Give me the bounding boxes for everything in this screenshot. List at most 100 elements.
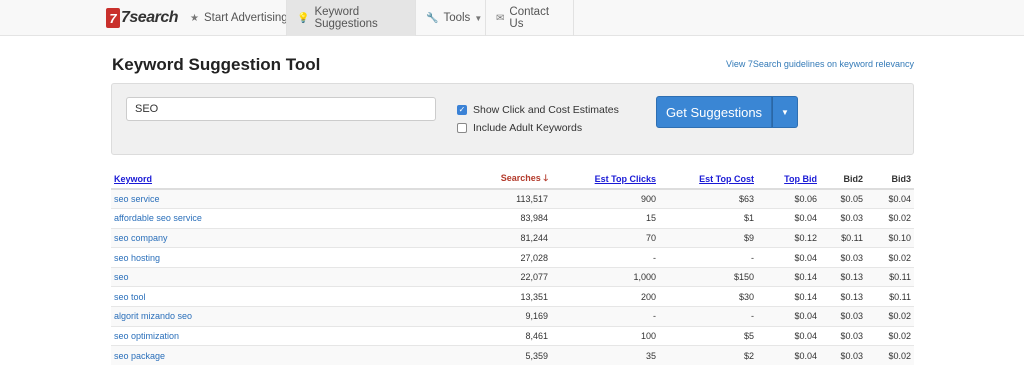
- table-row: affordable seo service 83,984 15 $1 $0.04 $0.…: [111, 208, 914, 229]
- cell-keyword: seo company: [111, 227, 411, 248]
- show-estimates-label: Show Click and Cost Estimates: [473, 104, 619, 116]
- cell-bid3: $0.02: [866, 325, 914, 346]
- nav-label: Contact Us: [509, 6, 550, 30]
- sort-cost-link[interactable]: Est Top Cost: [699, 174, 754, 184]
- cell-top-bid: $0.04: [757, 208, 820, 229]
- top-navbar: 7 7search ★ Start Advertising 💡 Keyword …: [0, 0, 1024, 36]
- guidelines-link[interactable]: View 7Search guidelines on keyword relev…: [726, 59, 914, 69]
- keyword-search-input[interactable]: [126, 97, 436, 121]
- cell-clicks: -: [551, 247, 659, 268]
- get-suggestions-button[interactable]: Get Suggestions: [656, 96, 772, 128]
- cell-clicks: 1,000: [551, 266, 659, 287]
- keyword-link[interactable]: seo hosting: [114, 253, 160, 263]
- cell-top-bid: $0.06: [757, 188, 820, 209]
- sort-top-bid-link[interactable]: Top Bid: [784, 174, 817, 184]
- table-row: seo service 113,517 900 $63 $0.06 $0.05 $0.04: [111, 188, 914, 209]
- keyword-link[interactable]: seo tool: [114, 292, 146, 302]
- suggestions-options-dropdown[interactable]: ▼: [772, 96, 798, 128]
- col-est-top-clicks[interactable]: Est Top Clicks: [551, 170, 659, 190]
- cell-bid3: $0.11: [866, 286, 914, 307]
- nav-label: Tools: [443, 12, 471, 24]
- keyword-link[interactable]: seo package: [114, 351, 165, 361]
- cell-clicks: -: [551, 306, 659, 327]
- envelope-icon: ✉: [496, 12, 505, 24]
- show-estimates-checkbox[interactable]: ✓: [457, 105, 467, 115]
- table-row: seo optimization 8,461 100 $5 $0.04 $0.03 $0.0…: [111, 325, 914, 346]
- star-icon: ★: [190, 12, 199, 24]
- cell-bid3: $0.02: [866, 345, 914, 366]
- show-estimates-option[interactable]: ✓ Show Click and Cost Estimates: [457, 104, 619, 116]
- nav-start-advertising[interactable]: ★ Start Advertising: [180, 0, 298, 36]
- table-row: seo tool 13,351 200 $30 $0.14 $0.13 $0.11: [111, 286, 914, 307]
- cell-cost: $30: [659, 286, 757, 307]
- cell-bid3: $0.04: [866, 188, 914, 209]
- table-row: seo hosting 27,028- - $0.04 $0.03 $0.02: [111, 247, 914, 268]
- col-keyword[interactable]: Keyword: [111, 170, 411, 190]
- cell-bid2: $0.03: [820, 306, 866, 327]
- cell-searches: 22,077: [411, 266, 551, 287]
- brand-logo[interactable]: 7 7search: [106, 6, 179, 30]
- cell-top-bid: $0.14: [757, 266, 820, 287]
- col-bid2: Bid2: [820, 170, 866, 190]
- adult-keywords-option[interactable]: Include Adult Keywords: [457, 122, 582, 134]
- cell-keyword: algorit mizando seo: [111, 306, 411, 327]
- cell-bid2: $0.05: [820, 188, 866, 209]
- cell-bid2: $0.03: [820, 247, 866, 268]
- cell-searches: 113,517: [411, 188, 551, 209]
- lightbulb-icon: 💡: [297, 12, 310, 24]
- col-est-top-cost[interactable]: Est Top Cost: [659, 170, 757, 190]
- table-row: seo package 5,359 35 $2 $0.04 $0.03 $0.02: [111, 345, 914, 366]
- cell-keyword: affordable seo service: [111, 208, 411, 229]
- cell-bid2: $0.03: [820, 325, 866, 346]
- keyword-link[interactable]: seo service: [114, 194, 160, 204]
- cell-keyword: seo: [111, 266, 411, 287]
- logo-mark: 7: [106, 8, 120, 28]
- cell-bid2: $0.03: [820, 208, 866, 229]
- cell-clicks: 200: [551, 286, 659, 307]
- wrench-icon: 🔧: [426, 12, 439, 24]
- nav-tools-dropdown[interactable]: 🔧 Tools ▼: [416, 0, 484, 36]
- cell-searches: 9,169: [411, 306, 551, 327]
- cell-bid3: $0.02: [866, 208, 914, 229]
- cell-cost: $150: [659, 266, 757, 287]
- cell-bid2: $0.13: [820, 286, 866, 307]
- cell-cost: -: [659, 247, 757, 268]
- cell-searches: 27,028: [411, 247, 551, 268]
- cell-searches: 13,351: [411, 286, 551, 307]
- table-row: algorit mizando seo 9,169- - $0.04 $0.03 $0.0…: [111, 306, 914, 327]
- sort-clicks-link[interactable]: Est Top Clicks: [595, 174, 656, 184]
- cell-bid3: $0.10: [866, 227, 914, 248]
- cell-bid3: $0.11: [866, 266, 914, 287]
- cell-keyword: seo tool: [111, 286, 411, 307]
- cell-clicks: 100: [551, 325, 659, 346]
- cell-bid3: $0.02: [866, 306, 914, 327]
- keyword-link[interactable]: algorit mizando seo: [114, 311, 192, 321]
- table-header-row: Keyword Searches 🡓 Est Top Clicks Est To…: [111, 170, 914, 190]
- nav-contact-us[interactable]: ✉ Contact Us: [486, 0, 573, 36]
- cell-top-bid: $0.12: [757, 227, 820, 248]
- cell-bid2: $0.11: [820, 227, 866, 248]
- adult-keywords-checkbox[interactable]: [457, 123, 467, 133]
- keyword-link[interactable]: seo optimization: [114, 331, 179, 341]
- adult-keywords-label: Include Adult Keywords: [473, 122, 583, 134]
- cell-cost: $9: [659, 227, 757, 248]
- page-title: Keyword Suggestion Tool: [112, 55, 321, 74]
- sort-keyword-link[interactable]: Keyword: [114, 174, 152, 184]
- cell-top-bid: $0.04: [757, 306, 820, 327]
- cell-top-bid: $0.14: [757, 286, 820, 307]
- cell-top-bid: $0.04: [757, 247, 820, 268]
- col-top-bid[interactable]: Top Bid: [757, 170, 820, 190]
- cell-top-bid: $0.04: [757, 345, 820, 366]
- cell-keyword: seo service: [111, 188, 411, 209]
- cell-cost: -: [659, 306, 757, 327]
- col-searches[interactable]: Searches 🡓: [411, 170, 551, 190]
- nav-label: Keyword Suggestions: [314, 6, 378, 30]
- cell-searches: 8,461: [411, 325, 551, 346]
- sort-arrow-down-icon: 🡓: [543, 173, 548, 183]
- keyword-link[interactable]: seo: [114, 272, 129, 282]
- cell-clicks: 15: [551, 208, 659, 229]
- cell-clicks: 900: [551, 188, 659, 209]
- keyword-link[interactable]: seo company: [114, 233, 168, 243]
- nav-keyword-suggestions[interactable]: 💡 Keyword Suggestions: [287, 0, 415, 36]
- keyword-link[interactable]: affordable seo service: [114, 213, 202, 223]
